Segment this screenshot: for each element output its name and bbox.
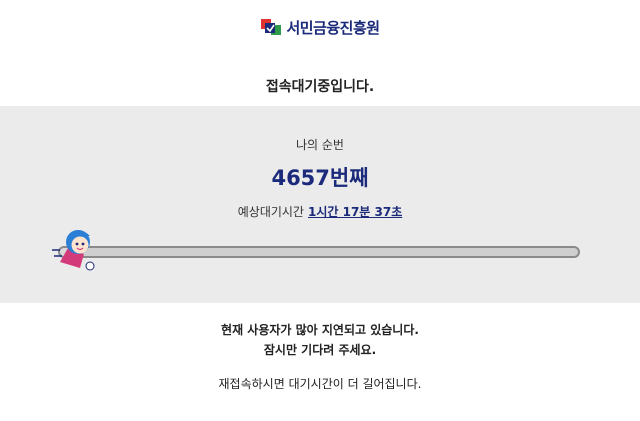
delay-notice: 현재 사용자가 많아 지연되고 있습니다. 잠시만 기다려 주세요. xyxy=(0,320,640,360)
wait-time-row: 예상대기시간 1시간 17분 37초 xyxy=(0,203,640,220)
kinfa-logo-icon xyxy=(261,19,282,35)
mascot-icon xyxy=(52,230,95,271)
queue-page: 서민금융진흥원 접속대기중입니다. 나의 순번 4657번째 예상대기시간 1시간… xyxy=(0,0,640,421)
rank-label: 나의 순번 xyxy=(296,138,344,152)
rank-value: 4657번째 xyxy=(271,166,369,190)
queue-panel: 나의 순번 4657번째 예상대기시간 1시간 17분 37초 xyxy=(0,106,640,303)
wait-time-value: 1시간 17분 37초 xyxy=(307,205,403,219)
reconnect-warning: 재접속하시면 대기시간이 더 길어집니다. xyxy=(218,377,422,391)
notice-line-2: 잠시만 기다려 주세요. xyxy=(263,343,377,357)
notice-line-1: 현재 사용자가 많아 지연되고 있습니다. xyxy=(221,323,419,337)
wait-time-label: 예상대기시간 xyxy=(237,205,304,219)
logo-text: 서민금융진흥원 xyxy=(286,18,380,37)
progress-bar xyxy=(58,246,580,258)
page-title: 접속대기중입니다. xyxy=(265,79,375,95)
logo: 서민금융진흥원 xyxy=(0,16,640,38)
